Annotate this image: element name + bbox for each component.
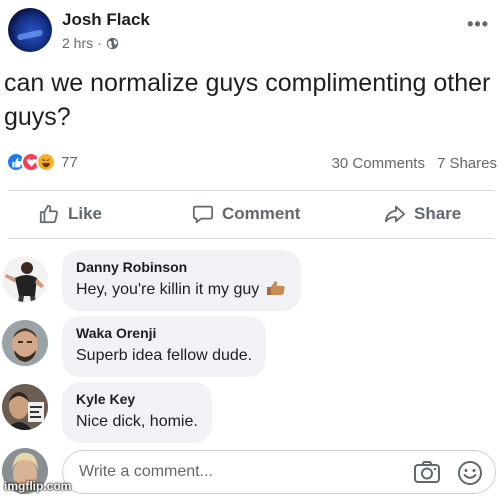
comment-text: Nice dick, homie. (76, 413, 198, 430)
comments-count[interactable]: 30 Comments (332, 155, 425, 172)
thumbs-up-icon (39, 204, 58, 224)
emoji-icon[interactable] (457, 460, 483, 486)
post-meta: 2 hrs · (62, 35, 119, 51)
post-time[interactable]: 2 hrs (62, 35, 93, 51)
shares-count[interactable]: 7 Shares (437, 155, 497, 172)
thumbs-up-emoji-icon (267, 281, 285, 295)
commenter-avatar[interactable] (2, 256, 48, 302)
haha-icon (36, 152, 56, 172)
comment-bubble: Danny Robinson Hey, you're killin it my … (62, 250, 302, 311)
more-options-icon[interactable]: ••• (467, 14, 489, 35)
comment-bubble: Waka Orenji Superb idea fellow dude. (62, 316, 267, 377)
comment-text-content: Hey, you're killin it my guy (76, 281, 260, 298)
post-text: can we normalize guys complimenting othe… (4, 69, 491, 131)
share-button[interactable]: Share (384, 203, 461, 225)
action-bar: Like Comment Share (0, 196, 503, 234)
divider (8, 238, 495, 239)
reaction-count: 77 (61, 153, 78, 171)
comment-button[interactable]: Comment (192, 203, 300, 225)
commenter-avatar[interactable] (2, 384, 48, 430)
like-button[interactable]: Like (38, 203, 102, 225)
post-header: Josh Flack 2 hrs · ••• (0, 0, 503, 58)
comment-text: Superb idea fellow dude. (76, 347, 253, 364)
commenter-name[interactable]: Waka Orenji (76, 324, 252, 342)
divider (8, 190, 495, 191)
meta-separator: · (97, 35, 102, 51)
comment-bubble: Kyle Key Nice dick, homie. (62, 382, 212, 443)
commenter-name[interactable]: Kyle Key (76, 390, 198, 408)
share-label: Share (414, 204, 462, 223)
reactions-summary[interactable]: 77 (6, 152, 78, 172)
like-label: Like (68, 204, 103, 223)
comment-input[interactable]: Write a comment... (62, 450, 496, 494)
comment-text: Hey, you're killin it my guy (76, 279, 287, 301)
globe-icon (106, 37, 118, 49)
engagement-counts: 30 Comments 7 Shares (332, 155, 497, 172)
author-avatar[interactable] (8, 8, 52, 52)
comment-bubble-icon (192, 205, 214, 224)
commenter-name[interactable]: Danny Robinson (76, 258, 287, 276)
watermark: imgflip.com (4, 479, 72, 493)
author-name[interactable]: Josh Flack (62, 10, 150, 30)
comment-label: Comment (222, 204, 301, 223)
comment-composer: Write a comment... imgflip.com (0, 448, 503, 496)
comment-input-placeholder: Write a comment... (79, 463, 213, 480)
camera-icon[interactable] (413, 460, 441, 484)
commenter-avatar[interactable] (2, 320, 48, 366)
share-arrow-icon (384, 205, 406, 223)
